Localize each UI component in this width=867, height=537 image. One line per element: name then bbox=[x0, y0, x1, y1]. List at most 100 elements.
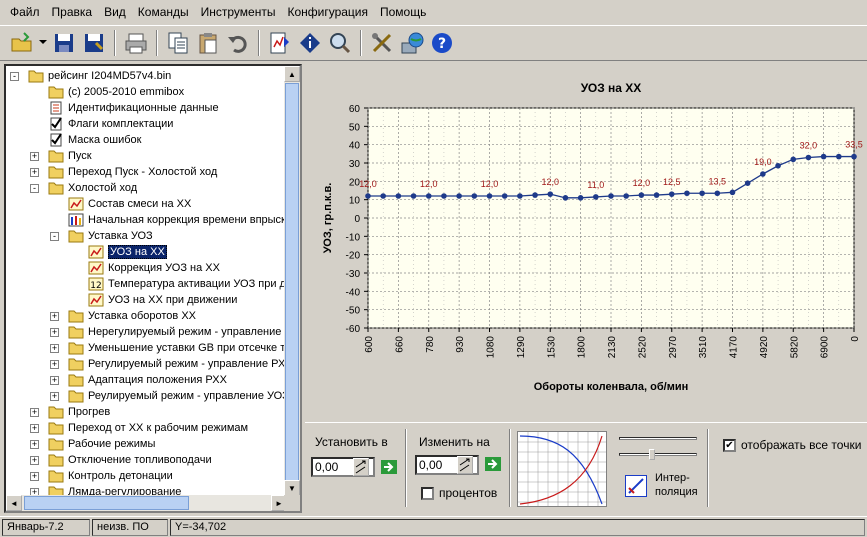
menu-item[interactable]: Правка bbox=[46, 2, 99, 22]
data-point[interactable] bbox=[410, 193, 417, 199]
data-point[interactable] bbox=[471, 193, 478, 199]
data-point[interactable] bbox=[562, 195, 569, 201]
data-point[interactable] bbox=[577, 195, 584, 201]
data-point[interactable] bbox=[775, 162, 781, 169]
tree-node[interactable]: Идентификационные данные bbox=[48, 100, 219, 116]
data-point[interactable] bbox=[790, 156, 797, 163]
paste-button[interactable] bbox=[194, 29, 222, 57]
expand-toggle[interactable]: + bbox=[50, 376, 59, 385]
collapse-toggle[interactable]: - bbox=[50, 232, 59, 241]
help-button[interactable]: ? bbox=[428, 29, 456, 57]
data-point[interactable] bbox=[729, 189, 736, 196]
data-point[interactable] bbox=[699, 190, 705, 197]
expand-toggle[interactable]: + bbox=[50, 344, 59, 353]
tree-node[interactable]: Уменьшение уставки GB при отсечке т bbox=[68, 340, 285, 356]
collapse-toggle[interactable]: - bbox=[10, 72, 19, 81]
data-point[interactable] bbox=[714, 190, 721, 197]
tree-node[interactable]: Пуск bbox=[48, 148, 92, 164]
expand-toggle[interactable]: + bbox=[50, 312, 59, 321]
tree-vertical-scrollbar[interactable]: ▲ ▼ bbox=[284, 66, 300, 496]
tree-node[interactable]: Уставка УОЗ bbox=[68, 228, 153, 244]
tree-node[interactable]: Маска ошибок bbox=[48, 132, 141, 148]
chart-svg[interactable]: УОЗ на ХХ6050403020100-10-20-30-40-50-60… bbox=[305, 64, 867, 420]
set-spinner[interactable] bbox=[353, 458, 369, 476]
tree-node[interactable]: Начальная коррекция времени впрыск bbox=[68, 212, 286, 228]
data-point[interactable] bbox=[547, 191, 554, 197]
expand-toggle[interactable]: + bbox=[30, 472, 39, 481]
save-button[interactable] bbox=[50, 29, 78, 57]
data-point[interactable] bbox=[425, 193, 432, 199]
menu-item[interactable]: Конфигурация bbox=[281, 2, 374, 22]
tree-node[interactable]: Адаптация положения РХХ bbox=[68, 372, 227, 388]
scroll-left-button[interactable]: ◄ bbox=[6, 495, 22, 511]
tree-node[interactable]: Переход Пуск - Холостой ход bbox=[48, 164, 217, 180]
print-button[interactable] bbox=[122, 29, 150, 57]
expand-toggle[interactable]: + bbox=[30, 456, 39, 465]
data-point[interactable] bbox=[744, 180, 751, 186]
percent-checkbox[interactable] bbox=[421, 487, 434, 500]
scroll-down-button[interactable]: ▼ bbox=[284, 480, 300, 496]
data-point[interactable] bbox=[836, 153, 842, 160]
tree-node[interactable]: Состав смеси на ХХ bbox=[68, 196, 191, 212]
menu-item[interactable]: Помощь bbox=[374, 2, 432, 22]
expand-toggle[interactable]: + bbox=[30, 168, 39, 177]
data-point[interactable] bbox=[805, 154, 812, 161]
tree-node[interactable]: Холостой ход bbox=[48, 180, 137, 196]
info-button[interactable] bbox=[296, 29, 324, 57]
undo-button[interactable] bbox=[224, 29, 252, 57]
tree-node[interactable]: Контроль детонации bbox=[48, 468, 173, 484]
scroll-up-button[interactable]: ▲ bbox=[284, 66, 300, 82]
menu-item[interactable]: Команды bbox=[132, 2, 195, 22]
slider-bottom[interactable] bbox=[619, 449, 697, 461]
save-as-button[interactable] bbox=[80, 29, 108, 57]
data-point[interactable] bbox=[623, 193, 629, 199]
data-point[interactable] bbox=[456, 193, 462, 199]
tree-node[interactable]: рейсинг I204MD57v4.bin bbox=[28, 68, 171, 84]
data-point[interactable] bbox=[684, 190, 690, 197]
tree-node[interactable]: Регулируемый режим - управление РХ bbox=[68, 356, 285, 372]
data-point[interactable] bbox=[380, 193, 386, 199]
tree-node[interactable]: Переход от ХХ к рабочим режимам bbox=[48, 420, 248, 436]
data-point[interactable] bbox=[441, 193, 447, 199]
search-button[interactable] bbox=[326, 29, 354, 57]
data-point[interactable] bbox=[653, 192, 660, 198]
data-point[interactable] bbox=[501, 193, 508, 199]
tree-node[interactable]: (c) 2005-2010 emmibox bbox=[48, 84, 184, 100]
apply-change-button[interactable] bbox=[485, 457, 501, 471]
chart-area[interactable]: УОЗ на ХХ 60 50 40 30 20 10 0 -10 -20 -30 -40 -50 -60… bbox=[305, 64, 867, 420]
tree-node[interactable]: 12 Температура активации УОЗ при д bbox=[88, 276, 286, 292]
tree-node[interactable]: Флаги комплектации bbox=[48, 116, 173, 132]
data-point[interactable] bbox=[532, 192, 538, 198]
tree-node[interactable]: Реулируемый режим - управление УОЗ bbox=[68, 388, 287, 404]
show-all-points-checkbox[interactable]: ✔ bbox=[723, 439, 736, 452]
data-point[interactable] bbox=[820, 153, 827, 160]
scroll-thumb[interactable] bbox=[285, 83, 299, 482]
data-point[interactable] bbox=[608, 193, 614, 199]
tree-node[interactable]: Отключение топливоподачи bbox=[48, 452, 212, 468]
change-spinner[interactable] bbox=[457, 456, 473, 474]
expand-toggle[interactable]: + bbox=[30, 152, 39, 161]
tree-view[interactable]: - рейсинг I204MD57v4.bin (c) 2005-2010 emm… bbox=[4, 64, 302, 513]
collapse-toggle[interactable]: - bbox=[30, 184, 39, 193]
copy-button[interactable] bbox=[164, 29, 192, 57]
expand-toggle[interactable]: + bbox=[50, 328, 59, 337]
compare-button[interactable] bbox=[266, 29, 294, 57]
tools-button[interactable] bbox=[368, 29, 396, 57]
data-point[interactable] bbox=[517, 193, 523, 199]
globe-button[interactable] bbox=[398, 29, 426, 57]
tree-horizontal-scrollbar[interactable]: ◄ ► bbox=[6, 495, 287, 511]
tree-node[interactable]: Коррекция УОЗ на ХХ bbox=[88, 260, 220, 276]
open-button[interactable] bbox=[8, 29, 36, 57]
slider-top[interactable] bbox=[619, 433, 697, 445]
apply-set-button[interactable] bbox=[381, 460, 397, 474]
interpolation-button[interactable] bbox=[625, 475, 647, 497]
data-point[interactable] bbox=[760, 171, 766, 177]
data-point[interactable] bbox=[593, 194, 599, 200]
data-point[interactable] bbox=[486, 193, 493, 199]
data-point[interactable] bbox=[365, 193, 371, 199]
expand-toggle[interactable]: + bbox=[30, 440, 39, 449]
tree-node[interactable]: Прогрев bbox=[48, 404, 110, 420]
tree-node[interactable]: УОЗ на ХХ при движении bbox=[88, 292, 237, 308]
hscroll-thumb[interactable] bbox=[24, 496, 189, 510]
menu-item[interactable]: Инструменты bbox=[195, 2, 282, 22]
